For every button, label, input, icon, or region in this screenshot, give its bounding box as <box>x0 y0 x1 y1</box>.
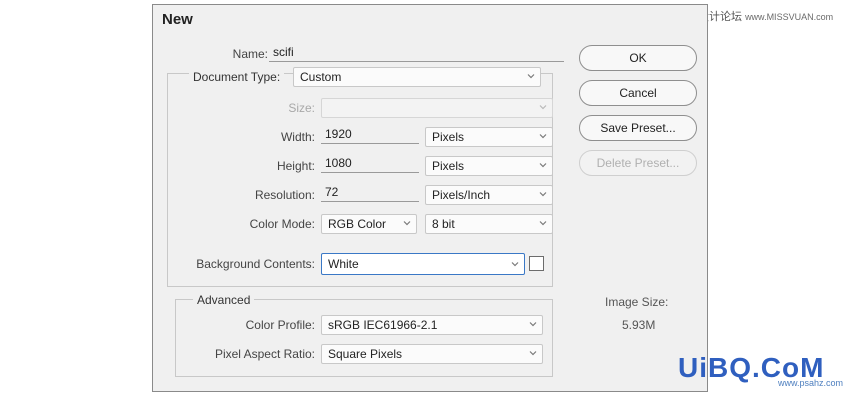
color-profile-value: sRGB IEC61966-2.1 <box>328 318 438 332</box>
chevron-down-icon <box>528 348 538 358</box>
bit-depth-select[interactable]: 8 bit <box>425 214 553 234</box>
color-profile-select[interactable]: sRGB IEC61966-2.1 <box>321 315 543 335</box>
chevron-down-icon <box>538 160 548 170</box>
image-size-value: 5.93M <box>622 318 656 332</box>
chevron-down-icon <box>510 259 520 269</box>
chevron-down-icon <box>538 189 548 199</box>
watermark-brand-url: www.psahz.com <box>778 378 844 388</box>
delete-preset-button[interactable]: Delete Preset... <box>579 150 697 176</box>
width-unit-select[interactable]: Pixels <box>425 127 553 147</box>
document-type-label: Document Type: <box>189 70 285 84</box>
cancel-button[interactable]: Cancel <box>579 80 697 106</box>
height-unit-value: Pixels <box>432 159 465 173</box>
document-type-select[interactable]: Custom <box>293 67 541 87</box>
document-type-value: Custom <box>300 70 342 84</box>
new-document-dialog: New Name: scifi Document Type: Custom Si… <box>152 4 708 392</box>
size-label: Size: <box>288 101 315 115</box>
advanced-group <box>175 299 553 377</box>
background-contents-select[interactable]: White <box>321 253 525 275</box>
name-field[interactable]: scifi <box>269 44 564 62</box>
color-mode-select[interactable]: RGB Color <box>321 214 417 234</box>
watermark-top-url: www.MISSVUAN.com <box>745 12 834 22</box>
size-select[interactable] <box>321 98 553 118</box>
height-unit-select[interactable]: Pixels <box>425 156 553 176</box>
width-unit-value: Pixels <box>432 130 465 144</box>
resolution-unit-select[interactable]: Pixels/Inch <box>425 185 553 205</box>
resolution-unit-value: Pixels/Inch <box>432 188 491 202</box>
pixel-aspect-ratio-select[interactable]: Square Pixels <box>321 344 543 364</box>
width-label: Width: <box>280 130 315 144</box>
chevron-down-icon <box>538 218 548 228</box>
chevron-down-icon <box>528 319 538 329</box>
advanced-title: Advanced <box>193 293 255 307</box>
pixel-aspect-ratio-value: Square Pixels <box>328 347 403 361</box>
width-field[interactable]: 1920 <box>321 126 419 144</box>
pixel-aspect-ratio-label: Pixel Aspect Ratio: <box>214 347 315 361</box>
dialog-title: New <box>162 11 193 28</box>
height-label: Height: <box>276 159 315 173</box>
color-profile-label: Color Profile: <box>245 318 315 332</box>
ok-button[interactable]: OK <box>579 45 697 71</box>
chevron-down-icon <box>402 218 412 228</box>
chevron-down-icon <box>526 71 536 81</box>
background-contents-value: White <box>328 257 359 271</box>
bit-depth-value: 8 bit <box>432 217 455 231</box>
resolution-field[interactable]: 72 <box>321 184 419 202</box>
image-size-label: Image Size: <box>605 295 669 309</box>
background-contents-label: Background Contents: <box>196 257 315 271</box>
color-mode-value: RGB Color <box>328 217 387 231</box>
resolution-label: Resolution: <box>254 188 315 202</box>
color-mode-label: Color Mode: <box>249 217 315 231</box>
chevron-down-icon <box>538 102 548 112</box>
height-field[interactable]: 1080 <box>321 155 419 173</box>
save-preset-button[interactable]: Save Preset... <box>579 115 697 141</box>
background-color-swatch[interactable] <box>529 256 544 271</box>
name-label: Name: <box>232 47 268 61</box>
chevron-down-icon <box>538 131 548 141</box>
